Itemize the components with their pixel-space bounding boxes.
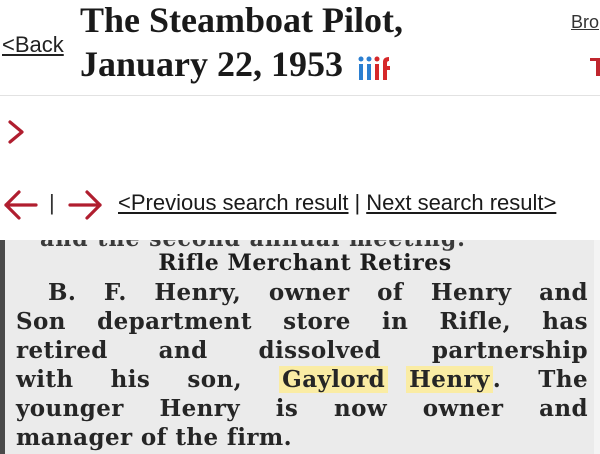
article-line-text: with his son, <box>16 366 243 393</box>
article-line: manager of the firm. <box>16 424 293 451</box>
article-line: Son department store in Rifle, has <box>16 308 588 335</box>
search-navigation: | <Previous search result | Next search re… <box>0 186 600 222</box>
browse-link[interactable]: Bro <box>571 12 599 33</box>
title-date: January 22, 1953 <box>80 44 344 84</box>
article-line: younger Henry is now owner and <box>16 395 588 422</box>
arrow-right-icon[interactable] <box>66 188 104 222</box>
next-search-result-link[interactable]: Next search result> <box>366 190 556 215</box>
arrow-left-icon[interactable] <box>2 188 40 222</box>
header-divider <box>0 95 600 96</box>
title-line-1: The Steamboat Pilot, <box>80 0 403 40</box>
article-line-text: . The <box>492 366 588 393</box>
article-line-highlighted: with his son, Gaylord Henry. The <box>16 365 588 394</box>
chevron-right-icon[interactable] <box>6 118 26 146</box>
red-marker-icon <box>590 58 600 76</box>
previous-search-result-link[interactable]: <Previous search result <box>118 190 349 215</box>
back-link[interactable]: <Back <box>2 32 64 58</box>
iiif-logo-icon[interactable] <box>358 48 392 92</box>
article-line: retired and dissolved partnership <box>16 337 588 364</box>
arrow-separator: | <box>49 190 55 215</box>
search-highlight: Henry <box>406 366 493 393</box>
search-result-links: <Previous search result | Next search resu… <box>118 190 556 216</box>
newspaper-clipping: and the second annual meeting. Rifle Mer… <box>0 240 600 454</box>
title-line-2: January 22, 1953 <box>80 42 550 92</box>
search-highlight: Gaylord <box>279 366 389 393</box>
article-headline: Rifle Merchant Retires <box>158 250 452 276</box>
page-title: The Steamboat Pilot, January 22, 1953 <box>80 0 550 92</box>
article-line: B. F. Henry, owner of Henry and <box>48 279 588 306</box>
link-separator: | <box>354 190 361 215</box>
